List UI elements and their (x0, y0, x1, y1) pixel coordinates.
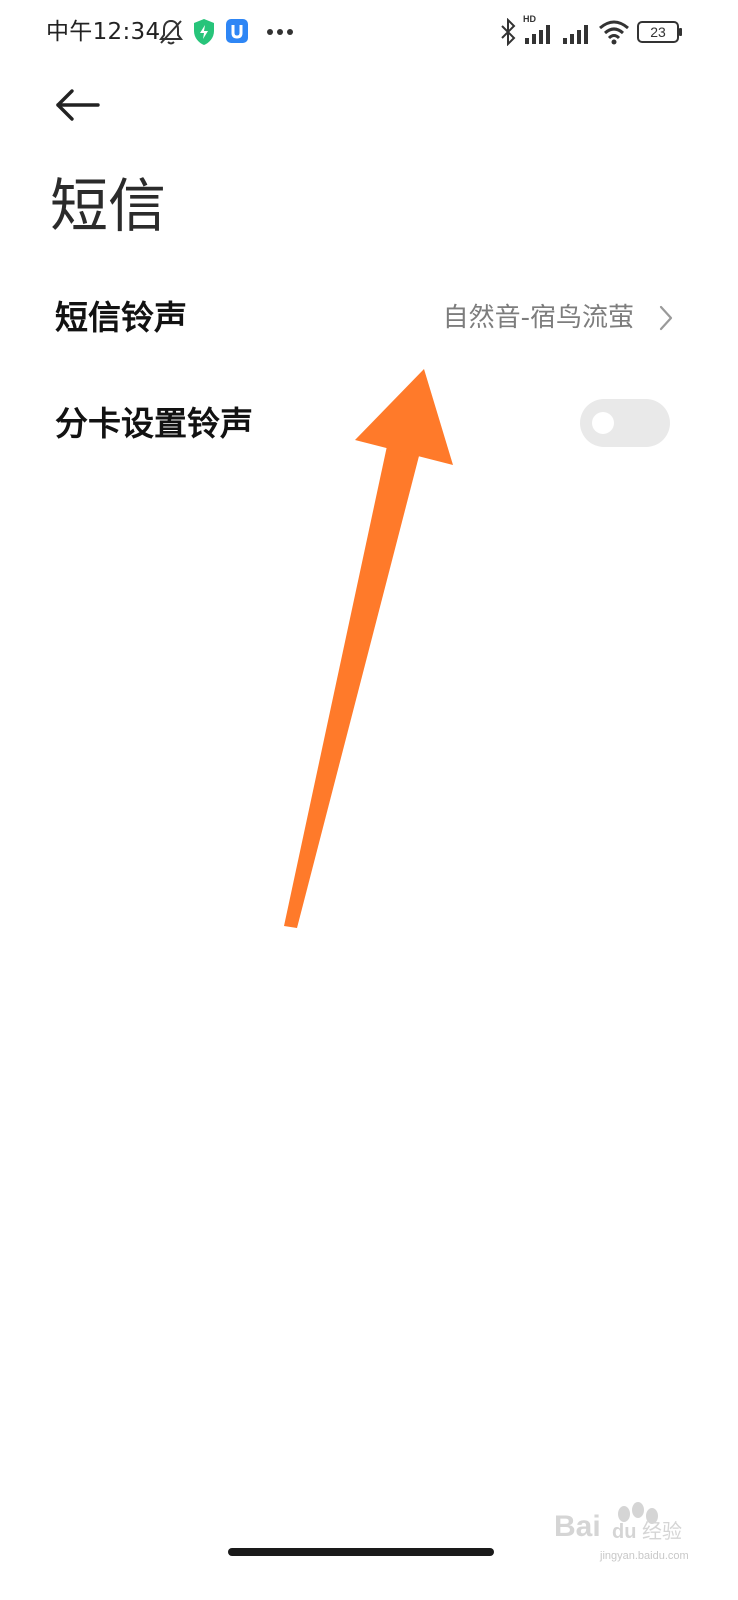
security-shield-icon (194, 19, 214, 45)
home-indicator[interactable] (228, 1548, 494, 1556)
svg-text:du: du (612, 1521, 636, 1543)
battery-icon: 23 (637, 21, 682, 43)
status-bar: 中午12:34 HD 23 (0, 0, 738, 64)
baidu-watermark-logo: Bai du 经验 (554, 1502, 682, 1543)
sms-ringtone-label: 短信铃声 (55, 298, 187, 337)
sms-ringtone-value: 自然音-宿鸟流萤 (442, 303, 634, 333)
chevron-right-icon (659, 305, 673, 331)
sms-ringtone-row[interactable]: 短信铃声 自然音-宿鸟流萤 (0, 270, 738, 366)
network-badge: HD (523, 14, 536, 24)
bluetooth-icon (501, 18, 516, 46)
signal-icon (563, 25, 588, 44)
toggle-knob (592, 412, 614, 434)
wifi-icon (599, 20, 629, 45)
notifications-muted-icon (159, 19, 183, 45)
more-dots-icon (267, 29, 293, 35)
per-sim-ringtone-toggle[interactable] (580, 399, 670, 447)
app-notification-icon (226, 19, 248, 43)
status-time: 中午12:34 (46, 19, 161, 45)
watermark-site: jingyan.baidu.com (600, 1550, 689, 1562)
per-sim-ringtone-row: 分卡设置铃声 (0, 378, 738, 474)
page-title: 短信 (50, 172, 167, 240)
signal-hd-icon (525, 25, 550, 44)
back-arrow-icon[interactable] (50, 80, 104, 130)
per-sim-ringtone-label: 分卡设置铃声 (55, 404, 253, 443)
svg-text:Bai: Bai (554, 1510, 601, 1543)
svg-text:经验: 经验 (642, 1519, 682, 1543)
battery-level: 23 (650, 24, 666, 40)
